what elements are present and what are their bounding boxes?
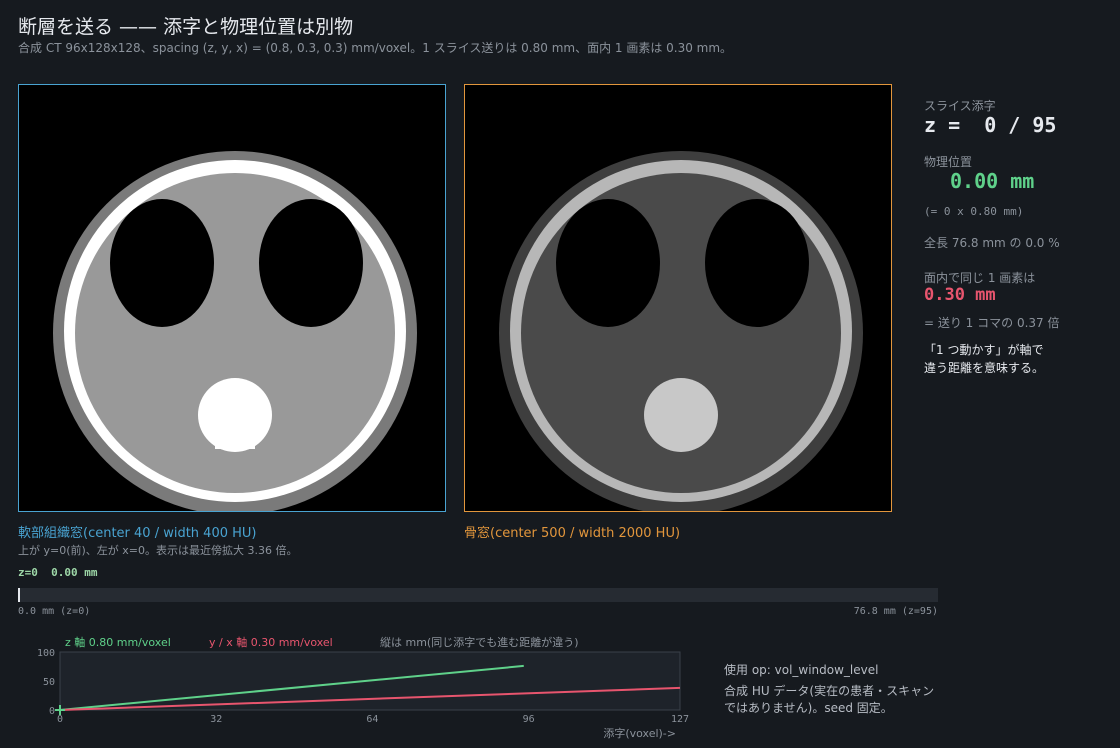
x-tick-label: 127 <box>671 714 689 725</box>
chart-annotation: 縦は mm(同じ添字でも進む距離が違う) <box>380 635 579 649</box>
page-subtitle: 合成 CT 96x128x128、spacing (z, y, x) = (0.… <box>18 41 733 55</box>
slider-min-label: 0.0 mm (z=0) <box>18 606 91 617</box>
index-vs-mm-chart: z 軸 0.80 mm/voxel y / x 軸 0.30 mm/voxel … <box>37 635 689 740</box>
x-tick-label: 96 <box>523 714 535 725</box>
slider-max-label: 76.8 mm (z=95) <box>853 606 938 617</box>
pixel-size-label: 面内で同じ 1 画素は <box>924 271 1036 285</box>
slider-thumb[interactable] <box>18 588 20 602</box>
soft-tissue-slice-image <box>53 151 417 511</box>
legend-z-axis: z 軸 0.80 mm/voxel <box>65 635 171 649</box>
slider-readout: z=0 0.00 mm <box>18 566 98 579</box>
physical-position-value: 0.00 mm <box>950 169 1035 193</box>
x-tick-label: 64 <box>366 714 378 725</box>
total-length-note: 全長 76.8 mm の 0.0 % <box>924 236 1060 250</box>
y-tick-label: 0 <box>49 706 55 717</box>
meaning-note-line2: 違う距離を意味する。 <box>924 361 1045 375</box>
x-tick-label: 0 <box>57 714 63 725</box>
page-title: 断層を送る —— 添字と物理位置は別物 <box>18 16 354 38</box>
x-tick-label: 32 <box>210 714 222 725</box>
orientation-note: 上が y=0(前)、左が x=0。表示は最近傍拡大 3.36 倍。 <box>18 544 298 557</box>
x-axis-label: 添字(voxel)-> <box>603 726 676 740</box>
position-formula: (= 0 x 0.80 mm) <box>924 205 1024 218</box>
ratio-note: = 送り 1 コマの 0.37 倍 <box>924 316 1060 330</box>
bone-caption: 骨窓(center 500 / width 2000 HU) <box>464 526 681 541</box>
soft-tissue-caption: 軟部組織窓(center 40 / width 400 HU) <box>18 526 257 541</box>
ops-note: 使用 op: vol_window_level <box>724 663 879 677</box>
bone-slice-image <box>499 151 863 511</box>
pixel-size-value: 0.30 mm <box>924 285 996 305</box>
legend-yx-axis: y / x 軸 0.30 mm/voxel <box>209 635 333 649</box>
data-note-line2: ではありません)。seed 固定。 <box>724 701 893 715</box>
meaning-note-line1: 「1 つ動かす」が軸で <box>924 343 1044 357</box>
slice-slider[interactable] <box>18 588 938 602</box>
y-tick-label: 100 <box>37 648 55 659</box>
slice-index-label: スライス添字 <box>924 99 996 113</box>
slice-index-value: z = 0 / 95 <box>924 113 1057 137</box>
data-note-line1: 合成 HU データ(実在の患者・スキャン <box>724 684 935 698</box>
bone-viewport[interactable] <box>464 84 892 512</box>
y-tick-label: 50 <box>43 677 55 688</box>
soft-tissue-viewport[interactable] <box>18 84 446 512</box>
physical-position-label: 物理位置 <box>924 155 973 169</box>
